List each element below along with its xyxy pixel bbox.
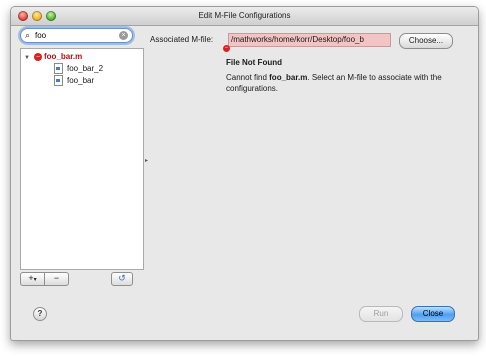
tree-item-label: foo_bar bbox=[67, 76, 95, 85]
refresh-button[interactable]: ↺ bbox=[111, 272, 133, 286]
tree-item-foo-bar[interactable]: foo_bar bbox=[54, 75, 95, 87]
tree-item-label: foo_bar.m bbox=[44, 52, 83, 61]
tree-item-label: foo_bar_2 bbox=[67, 64, 104, 73]
choose-button[interactable]: Choose... bbox=[399, 33, 453, 49]
error-icon: – bbox=[34, 52, 42, 61]
error-icon: – bbox=[223, 45, 230, 52]
remove-configuration-button[interactable]: − bbox=[44, 272, 69, 286]
clear-search-icon[interactable]: × bbox=[119, 31, 128, 40]
refresh-icon: ↺ bbox=[118, 273, 126, 283]
add-configuration-button[interactable]: +▾ bbox=[20, 272, 45, 286]
associated-mfile-field[interactable]: /mathworks/home/korr/Desktop/foo_b bbox=[228, 33, 391, 47]
configuration-file-icon bbox=[54, 63, 63, 75]
run-button[interactable]: Run bbox=[359, 306, 403, 322]
search-input[interactable] bbox=[35, 29, 115, 42]
title-bar[interactable]: Edit M-File Configurations bbox=[11, 7, 478, 26]
file-not-found-title: File Not Found bbox=[226, 58, 282, 67]
search-field[interactable]: ⌕ × bbox=[20, 28, 133, 43]
missing-file-name: foo_bar.m bbox=[269, 73, 308, 82]
message-prefix: Cannot find bbox=[226, 73, 270, 82]
disclosure-triangle-icon[interactable]: ▼ bbox=[24, 53, 32, 64]
file-not-found-message: Cannot find foo_bar.m. Select an M-file … bbox=[226, 72, 456, 94]
associated-mfile-label: Associated M-file: bbox=[150, 35, 214, 44]
help-button[interactable]: ? bbox=[33, 307, 47, 321]
configuration-tree[interactable]: ▼ – foo_bar.m foo_bar_2 foo_bar bbox=[20, 48, 144, 270]
search-icon: ⌕ bbox=[25, 30, 31, 40]
configuration-file-icon bbox=[54, 75, 63, 87]
tree-item-foo-bar-m[interactable]: ▼ – foo_bar.m bbox=[24, 51, 82, 62]
window-title: Edit M-File Configurations bbox=[198, 11, 291, 20]
tree-item-foo-bar-2[interactable]: foo_bar_2 bbox=[54, 63, 104, 75]
split-pane-handle[interactable]: ▸ bbox=[145, 157, 148, 164]
chevron-down-icon: ▾ bbox=[33, 277, 37, 283]
close-button[interactable]: Close bbox=[411, 306, 455, 322]
